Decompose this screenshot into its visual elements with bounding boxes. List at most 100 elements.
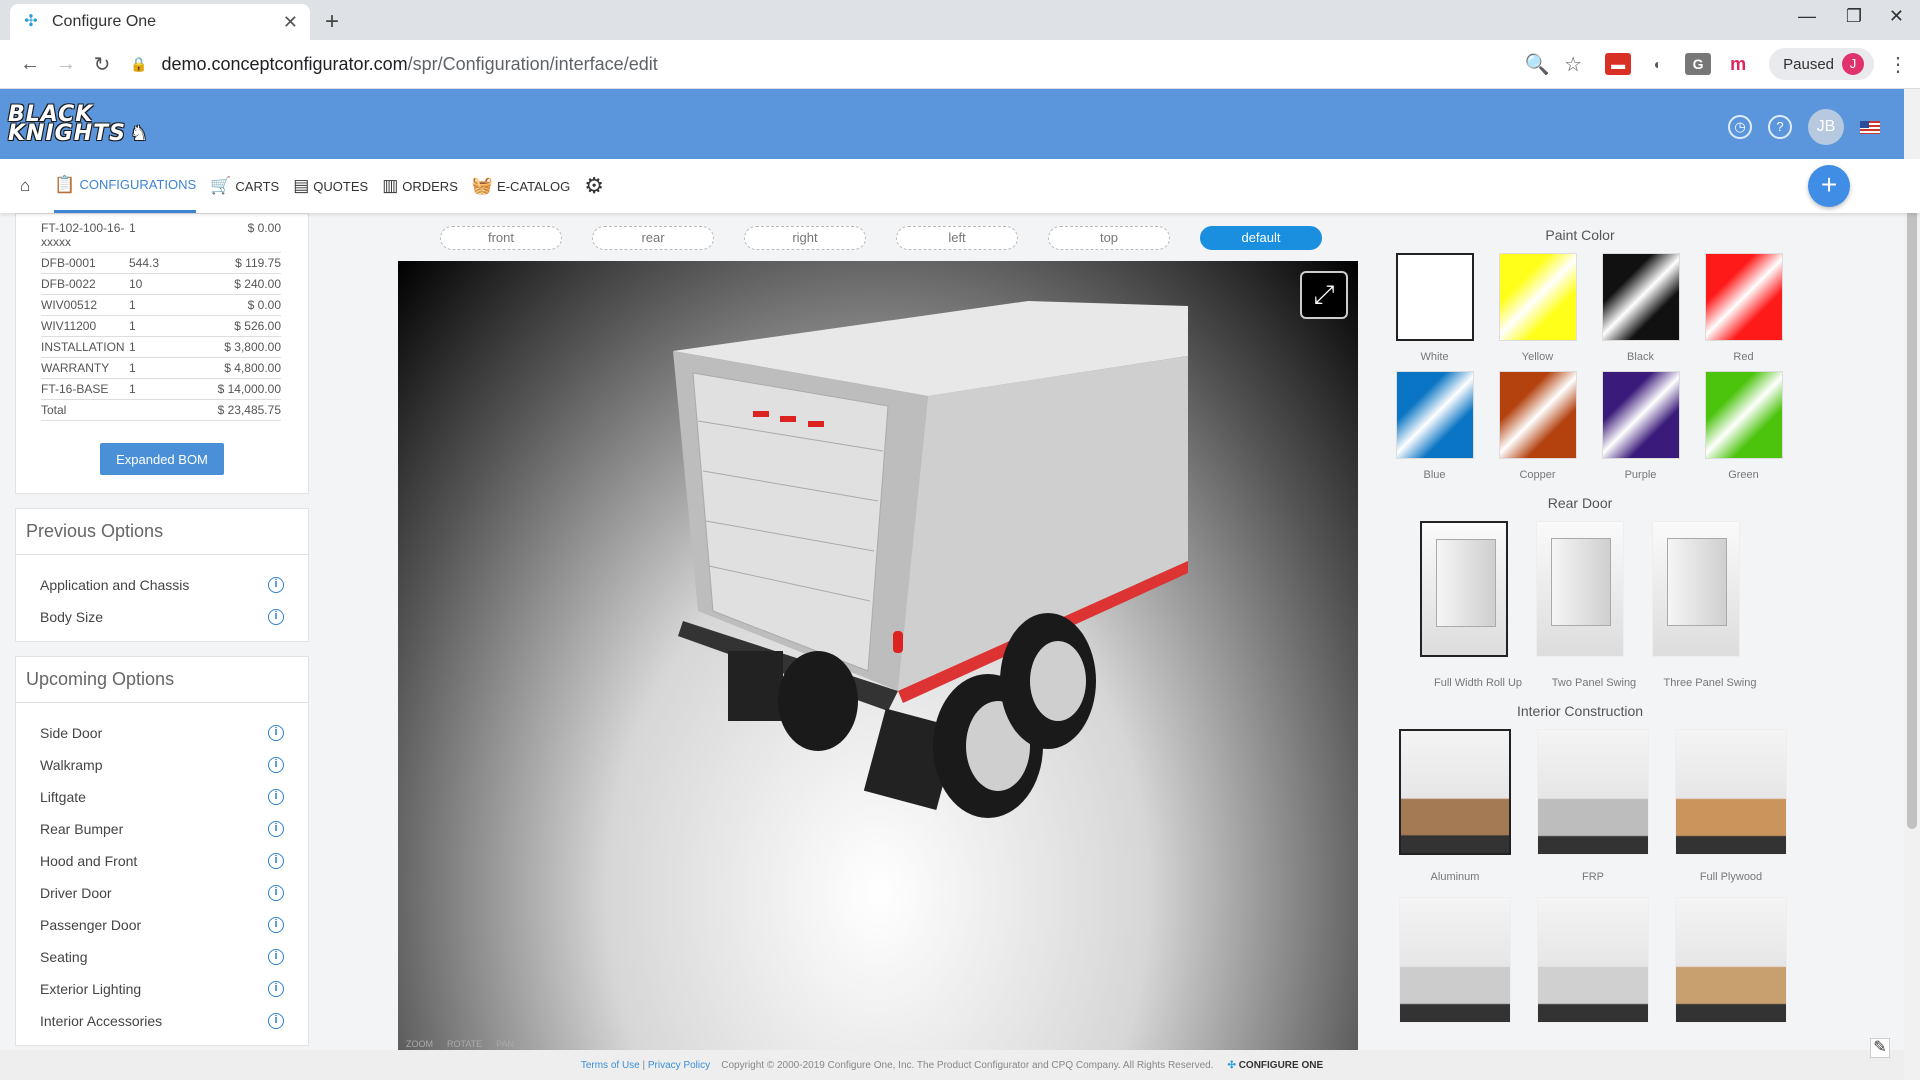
- interior-thumbnail[interactable]: [1399, 729, 1511, 855]
- interior-option[interactable]: FRP: [1524, 729, 1662, 883]
- view-button-top[interactable]: top: [1048, 226, 1170, 250]
- close-window-icon[interactable]: ✕: [1889, 6, 1904, 27]
- nav-configurations[interactable]: 📋 CONFIGURATIONS: [54, 159, 197, 213]
- extension-circle-icon[interactable]: ◐: [1645, 53, 1672, 75]
- info-icon[interactable]: i: [268, 757, 284, 773]
- privacy-link[interactable]: Privacy Policy: [648, 1060, 710, 1071]
- paint-swatch[interactable]: Copper: [1486, 371, 1589, 481]
- option-item[interactable]: Liftgate i: [16, 781, 308, 813]
- info-icon[interactable]: i: [268, 981, 284, 997]
- info-icon[interactable]: i: [268, 949, 284, 965]
- close-tab-icon[interactable]: ✕: [283, 12, 298, 33]
- option-item[interactable]: Body Size i: [16, 601, 308, 633]
- bookmark-star-icon[interactable]: ☆: [1555, 52, 1591, 77]
- option-item[interactable]: Exterior Lighting i: [16, 973, 308, 1005]
- black-knights-logo[interactable]: BLACK KNIGHTS ♞: [8, 103, 149, 144]
- restore-icon[interactable]: ❐: [1846, 6, 1862, 27]
- back-icon[interactable]: ←: [12, 53, 48, 76]
- paint-swatch[interactable]: Blue: [1383, 371, 1486, 481]
- 3d-viewer[interactable]: ⤢ ZOOM ROTATE PAN: [398, 261, 1358, 1050]
- option-item[interactable]: Hood and Front i: [16, 845, 308, 877]
- info-icon[interactable]: i: [268, 789, 284, 805]
- rear-door-option[interactable]: Two Panel Swing: [1536, 521, 1652, 689]
- extension-m-icon[interactable]: m: [1725, 53, 1752, 75]
- nav-quotes[interactable]: ▤ QUOTES: [293, 159, 368, 213]
- option-item[interactable]: Rear Bumper i: [16, 813, 308, 845]
- view-button-right[interactable]: right: [744, 226, 866, 250]
- option-item[interactable]: Passenger Door i: [16, 909, 308, 941]
- option-item[interactable]: Side Door i: [16, 717, 308, 749]
- info-icon[interactable]: i: [268, 577, 284, 593]
- new-tab-icon[interactable]: +: [325, 8, 339, 36]
- info-icon[interactable]: i: [268, 725, 284, 741]
- forward-icon[interactable]: →: [48, 53, 84, 76]
- page-scrollbar[interactable]: [1904, 89, 1920, 1080]
- interior-thumbnail[interactable]: [1537, 897, 1649, 1023]
- option-item[interactable]: Application and Chassis i: [16, 569, 308, 601]
- paint-swatch[interactable]: Yellow: [1486, 253, 1589, 363]
- add-button[interactable]: +: [1808, 165, 1850, 207]
- option-item[interactable]: Driver Door i: [16, 877, 308, 909]
- reload-icon[interactable]: ↻: [84, 52, 120, 77]
- paint-chip[interactable]: [1704, 253, 1783, 341]
- fullscreen-toggle-icon[interactable]: ⤢: [1300, 271, 1348, 319]
- paint-chip[interactable]: [1395, 253, 1474, 341]
- terms-link[interactable]: Terms of Use: [581, 1060, 640, 1071]
- user-avatar[interactable]: JB: [1808, 109, 1844, 145]
- rear-door-thumbnail[interactable]: [1420, 521, 1508, 657]
- paint-swatch[interactable]: White: [1383, 253, 1486, 363]
- url-field[interactable]: 🔒 demo.conceptconfigurator.com/spr/Confi…: [130, 54, 1519, 75]
- paint-chip[interactable]: [1498, 253, 1577, 341]
- info-icon[interactable]: i: [268, 853, 284, 869]
- interior-thumbnail[interactable]: [1675, 729, 1787, 855]
- minimize-icon[interactable]: —: [1798, 6, 1816, 27]
- scrollbar-thumb[interactable]: [1907, 189, 1917, 829]
- paint-chip[interactable]: [1395, 371, 1474, 459]
- option-item[interactable]: Seating i: [16, 941, 308, 973]
- rear-door-option[interactable]: Three Panel Swing: [1652, 521, 1768, 689]
- option-item[interactable]: Interior Accessories i: [16, 1005, 308, 1037]
- interior-option[interactable]: [1524, 897, 1662, 1039]
- info-icon[interactable]: i: [268, 917, 284, 933]
- edit-pencil-icon[interactable]: ✎: [1870, 1038, 1890, 1058]
- browser-tab[interactable]: ✣ Configure One ✕: [10, 4, 310, 40]
- info-icon[interactable]: i: [268, 885, 284, 901]
- view-button-default[interactable]: default: [1200, 226, 1322, 250]
- interior-thumbnail[interactable]: [1675, 897, 1787, 1023]
- help-icon[interactable]: ?: [1768, 115, 1792, 139]
- nav-carts[interactable]: 🛒 CARTS: [210, 159, 279, 213]
- interior-option[interactable]: [1386, 897, 1524, 1039]
- rear-door-thumbnail[interactable]: [1652, 521, 1740, 657]
- paint-chip[interactable]: [1498, 371, 1577, 459]
- rear-door-thumbnail[interactable]: [1536, 521, 1624, 657]
- info-icon[interactable]: i: [268, 821, 284, 837]
- us-flag-icon[interactable]: [1860, 120, 1880, 134]
- nav-orders[interactable]: ▥ ORDERS: [382, 159, 458, 213]
- paint-swatch[interactable]: Green: [1692, 371, 1795, 481]
- profile-button[interactable]: Paused J: [1769, 48, 1874, 80]
- nav-settings[interactable]: ⚙: [584, 159, 608, 213]
- info-icon[interactable]: i: [268, 609, 284, 625]
- expanded-bom-button[interactable]: Expanded BOM: [100, 443, 224, 475]
- interior-option[interactable]: Aluminum: [1386, 729, 1524, 883]
- rear-door-option[interactable]: Full Width Roll Up: [1420, 521, 1536, 689]
- paint-chip[interactable]: [1601, 371, 1680, 459]
- view-button-front[interactable]: front: [440, 226, 562, 250]
- paint-swatch[interactable]: Purple: [1589, 371, 1692, 481]
- paint-swatch[interactable]: Black: [1589, 253, 1692, 363]
- option-item[interactable]: Walkramp i: [16, 749, 308, 781]
- interior-option[interactable]: Full Plywood: [1662, 729, 1800, 883]
- info-icon[interactable]: i: [268, 1013, 284, 1029]
- nav-home[interactable]: ⌂: [20, 159, 34, 213]
- browser-menu-icon[interactable]: ⋮: [1888, 52, 1908, 77]
- view-button-rear[interactable]: rear: [592, 226, 714, 250]
- paint-chip[interactable]: [1704, 371, 1783, 459]
- extension-g-icon[interactable]: G: [1685, 53, 1712, 75]
- interior-thumbnail[interactable]: [1537, 729, 1649, 855]
- nav-ecatalog[interactable]: 🧺 E-CATALOG: [472, 159, 570, 213]
- zoom-icon[interactable]: 🔍: [1519, 52, 1555, 77]
- paint-swatch[interactable]: Red: [1692, 253, 1795, 363]
- history-icon[interactable]: ◷: [1728, 115, 1752, 139]
- paint-chip[interactable]: [1601, 253, 1680, 341]
- interior-thumbnail[interactable]: [1399, 897, 1511, 1023]
